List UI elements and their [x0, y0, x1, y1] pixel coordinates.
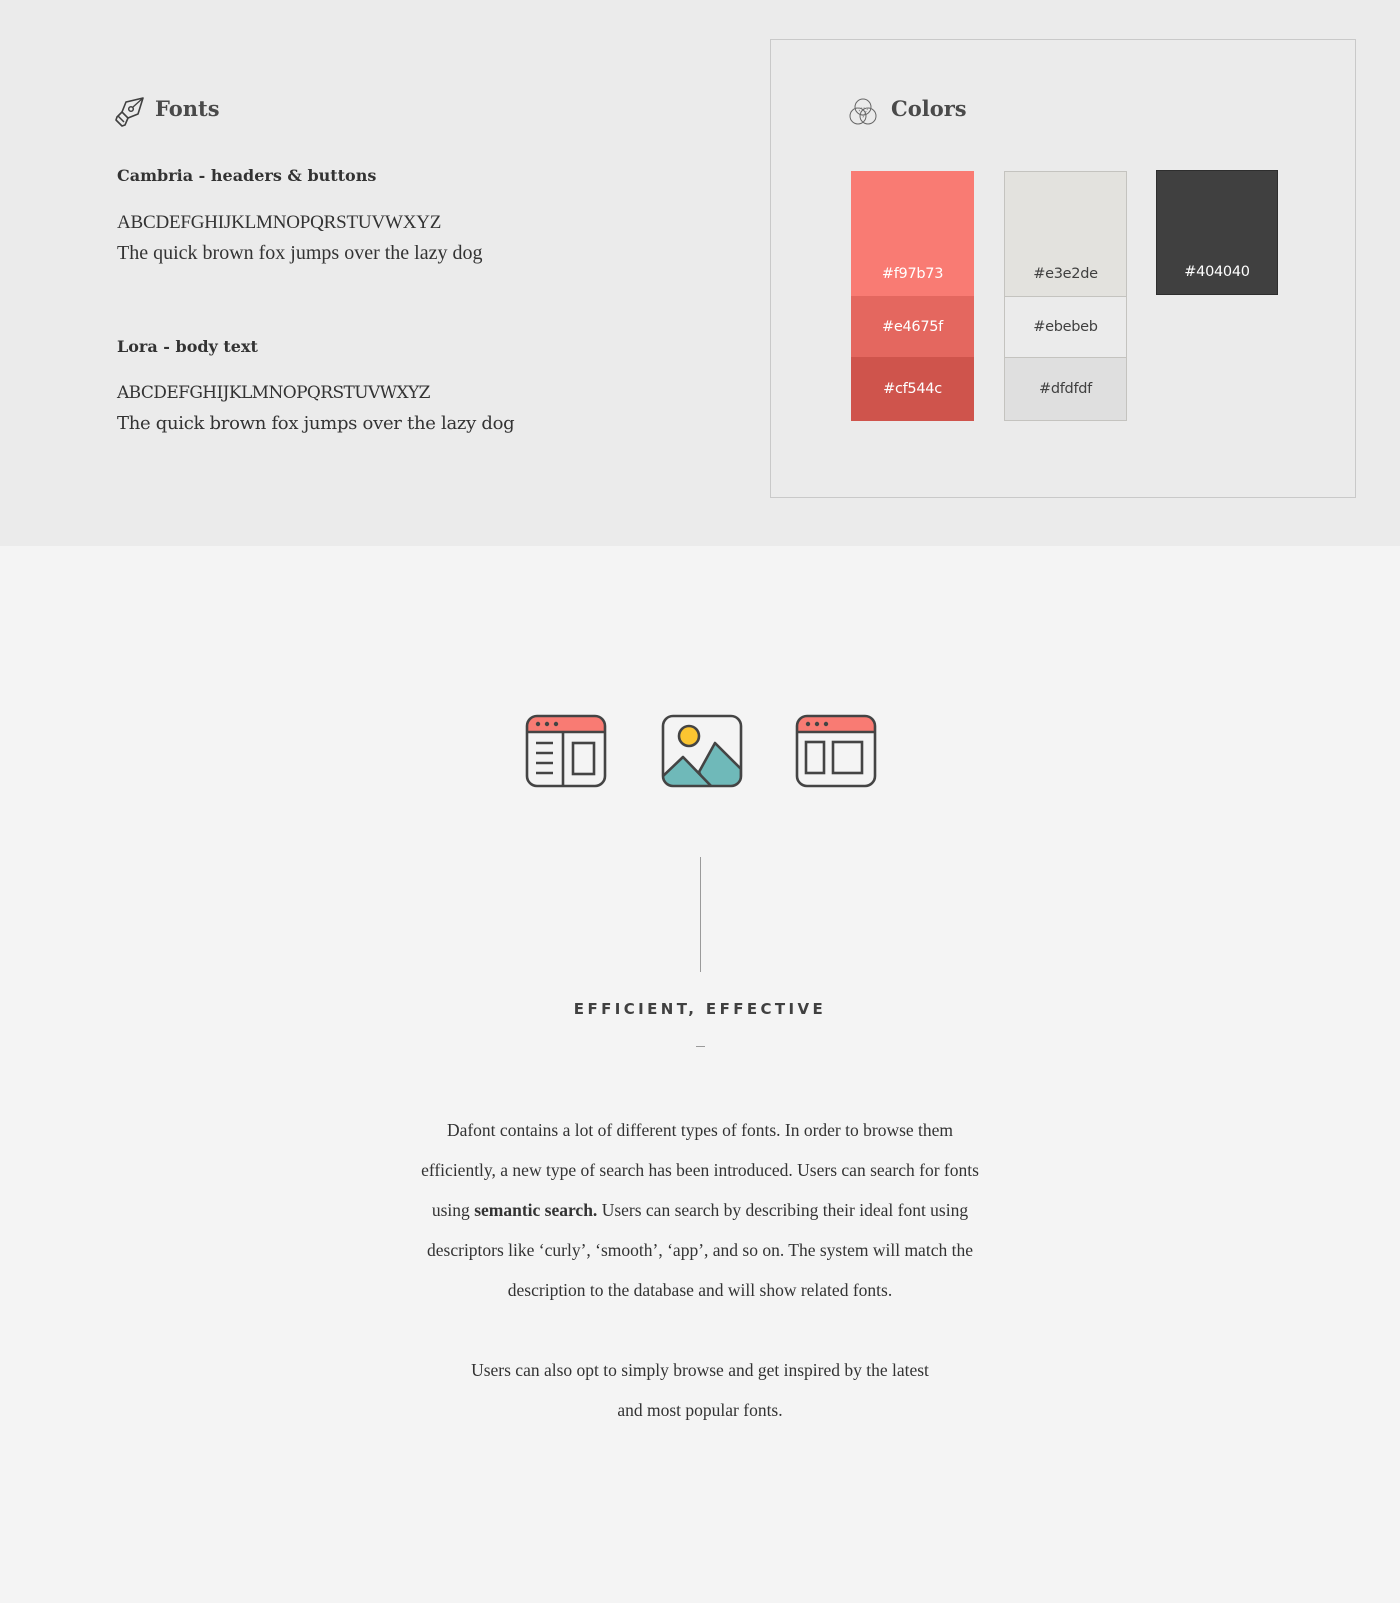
- paragraph-line: descriptors like ‘curly’, ‘smooth’, ‘app…: [427, 1240, 973, 1260]
- swatch-hex-label: #dfdfdf: [1039, 381, 1092, 397]
- font-sample-sentence: The quick brown fox jumps over the lazy …: [117, 242, 483, 264]
- swatch-hex-label: #e3e2de: [1033, 266, 1098, 282]
- color-circles-icon: [849, 98, 877, 125]
- swatch-dark-gray: #404040: [1156, 170, 1278, 295]
- section-heading: EFFICIENT, EFFECTIVE: [573, 1000, 827, 1018]
- paragraph-line: and most popular fonts.: [617, 1400, 783, 1420]
- text-run: using: [431, 1200, 475, 1220]
- pen-nib-icon: [115, 97, 144, 127]
- font-sample-sentence: The quick brown fox jumps over the lazy …: [117, 413, 515, 434]
- swatch-hex-label: #f97b73: [881, 266, 944, 282]
- heading-underline-dash: [696, 1046, 705, 1047]
- paragraph-line: efficiently, a new type of search has be…: [421, 1160, 979, 1180]
- swatch-mid-gray: #dfdfdf: [1004, 357, 1127, 421]
- paragraph-line: using semantic search. Users can search …: [350, 1190, 1050, 1230]
- text-run: Users can search by describing their ide…: [597, 1200, 969, 1220]
- vertical-divider: [700, 857, 701, 972]
- swatch-hex-label: #cf544c: [883, 381, 942, 397]
- browse-paragraph: Users can also opt to simply browse and …: [350, 1350, 1050, 1430]
- swatch-primary-red: #f97b73: [851, 171, 974, 296]
- browser-sidebar-layout-icon: [525, 714, 607, 788]
- swatch-medium-red: #e4675f: [851, 296, 974, 357]
- font-sample-uppercase: ABCDEFGHIJKLMNOPQRSTUVWXYZ: [117, 383, 430, 403]
- font-label-lora: Lora - body text: [117, 337, 258, 356]
- swatch-warm-gray: #e3e2de: [1004, 171, 1127, 297]
- swatch-hex-label: #e4675f: [882, 318, 943, 335]
- fonts-title: Fonts: [155, 96, 220, 121]
- semantic-search-emphasis: semantic search.: [474, 1200, 598, 1220]
- swatch-dark-red: #cf544c: [851, 357, 974, 421]
- font-sample-uppercase: ABCDEFGHIJKLMNOPQRSTUVWXYZ: [117, 212, 442, 233]
- paragraph-line: Dafont contains a lot of different types…: [446, 1120, 954, 1140]
- swatch-hex-label: #ebebeb: [1033, 319, 1098, 335]
- colors-title: Colors: [891, 96, 967, 121]
- description-paragraph: Dafont contains a lot of different types…: [350, 1110, 1050, 1310]
- image-landscape-icon: [661, 714, 743, 788]
- browser-two-column-layout-icon: [795, 714, 877, 788]
- paragraph-line: description to the database and will sho…: [507, 1280, 893, 1300]
- paragraph-line: Users can also opt to simply browse and …: [471, 1360, 929, 1380]
- swatch-hex-label: #404040: [1184, 264, 1250, 280]
- swatch-light-gray: #ebebeb: [1004, 296, 1127, 358]
- font-label-cambria: Cambria - headers & buttons: [117, 166, 377, 185]
